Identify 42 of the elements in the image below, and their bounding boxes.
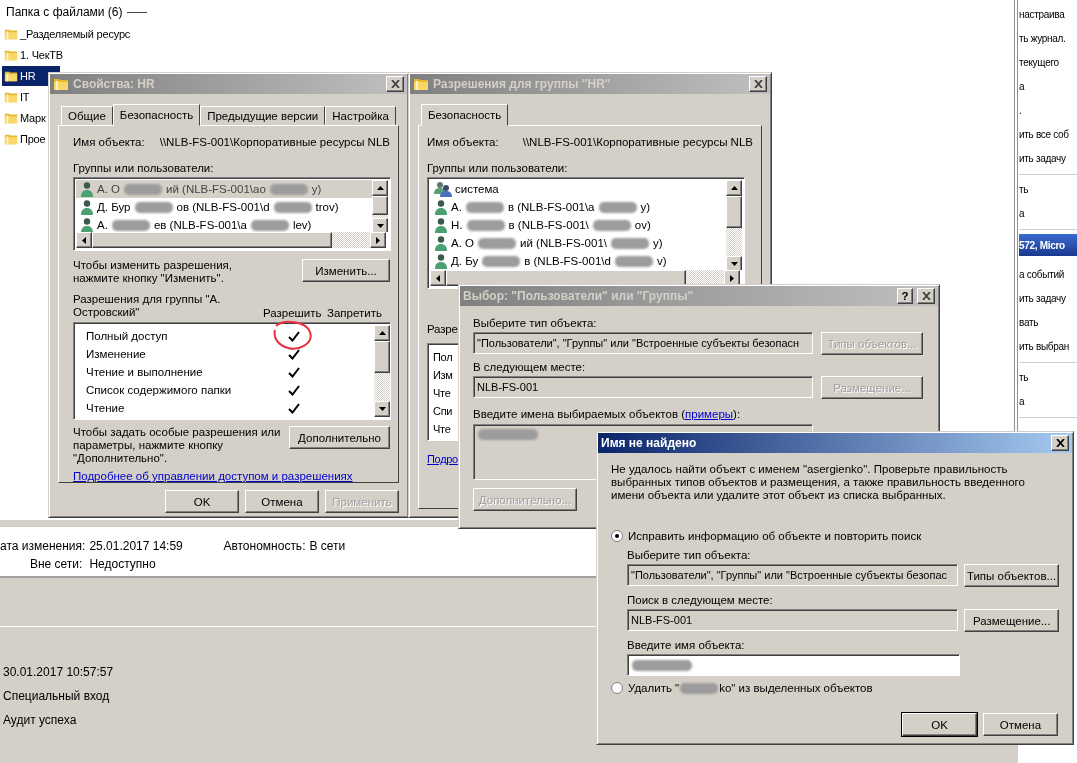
column-header: Запретить [327, 307, 382, 319]
permission-name: Изменение [86, 348, 146, 360]
field-label: Разрешения для группы "А. Островский" [73, 293, 222, 319]
detail-value: Недоступно [89, 557, 157, 571]
permission-name: Чте [433, 386, 451, 401]
field-label: Введите имя объекта: [627, 639, 746, 651]
column-header: Разрешить [263, 307, 323, 319]
group-header: Папка с файлами (6) [6, 5, 123, 19]
detail-label: Вне сети: [28, 557, 84, 571]
permission-name: Пол [433, 350, 453, 365]
field-label: Группы или пользователи: [427, 162, 569, 174]
event-detail-value: 30.01.2017 10:57:57 [3, 665, 114, 681]
field-label: Введите имена выбираемых объектов (примеры): [473, 408, 742, 420]
field-label: Имя объекта: [427, 136, 500, 148]
field-label: Выберите тип объекта: [473, 317, 598, 329]
object-name-value: \\NLB-FS-001\Корпоративные ресурсы NLB [522, 136, 753, 148]
event-detail-value: Специальный вход [3, 689, 110, 705]
detail-value: 25.01.2017 14:59 [89, 539, 184, 553]
permission-name: Чте [433, 422, 451, 437]
field-label: Группы или пользователи: [73, 162, 215, 174]
field-label: Поиск в следующем месте: [627, 594, 774, 606]
field-label: В следующем месте: [473, 361, 587, 373]
field-label: Имя объекта: [73, 136, 146, 148]
field-label: Выберите тип объекта: [627, 549, 752, 561]
detail-label: Автономность: [223, 539, 306, 553]
window-title: Выбор: "Пользователи" или "Группы" [463, 289, 694, 303]
permission-name: Изм [433, 368, 453, 383]
permission-name: Спи [433, 404, 453, 419]
event-detail-value: Аудит успеха [3, 713, 77, 729]
field-label: Разре [427, 323, 458, 335]
hint-text: Чтобы изменить разрешения, нажмите кнопку "Изменить". [73, 259, 234, 285]
permission-name: Чтение и выполнение [86, 366, 203, 378]
window-title: Свойства: HR [73, 77, 155, 91]
permission-name: Полный доступ [86, 330, 168, 342]
message-text: Не удалось найти объект с именем "asergienko". Проверьте правильность выбранных типов объектов и размещения, а также правильность введенного имени объекта или удалите этот объект из списка выбранных. [611, 463, 1026, 502]
detail-label: ата изменения: [0, 539, 86, 553]
detail-value: В сети [309, 539, 347, 553]
window-title: Имя не найдено [601, 436, 697, 450]
hint-text: Чтобы задать особые разрешения или параметры, нажмите кнопку "Дополнительно". [73, 426, 282, 465]
object-name-value: \\NLB-FS-001\Корпоративные ресурсы NLB [159, 136, 390, 148]
permission-name: Чтение [86, 402, 125, 414]
permission-name: Список содержимого папки [86, 384, 232, 396]
